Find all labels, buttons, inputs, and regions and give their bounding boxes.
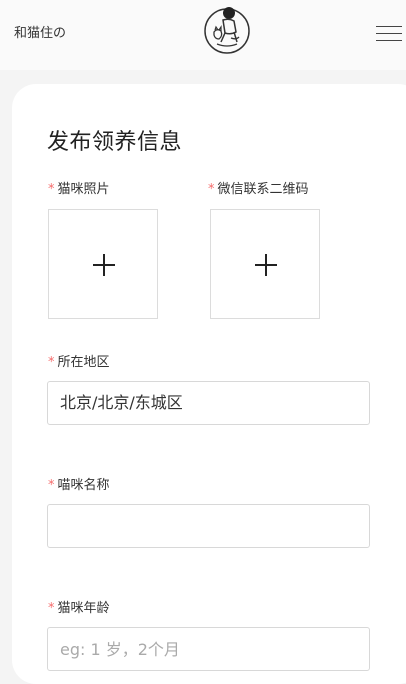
location-label: * 所在地区 — [48, 351, 110, 370]
cat-person-logo-icon[interactable] — [201, 2, 253, 56]
required-mark: * — [48, 601, 55, 616]
header-bar: 和猫住の — [0, 0, 406, 70]
wechat-qr-upload-button[interactable] — [210, 209, 320, 319]
required-mark: * — [208, 182, 215, 197]
plus-icon — [255, 254, 277, 276]
required-mark: * — [48, 355, 55, 370]
brand-name[interactable]: 和猫住の — [14, 22, 66, 41]
cat-name-label: * 喵咪名称 — [48, 474, 110, 493]
photo-label: * 猫咪照片 — [48, 178, 110, 197]
required-mark: * — [48, 182, 55, 197]
cat-age-input[interactable] — [47, 627, 370, 671]
cat-photo-upload-button[interactable] — [48, 209, 158, 319]
photo-label-text: 猫咪照片 — [57, 182, 110, 197]
cat-name-input[interactable] — [47, 504, 370, 548]
cat-age-label-text: 猫咪年龄 — [57, 601, 110, 616]
location-label-text: 所在地区 — [57, 355, 110, 370]
hamburger-menu-icon[interactable] — [376, 23, 402, 43]
cat-name-label-text: 喵咪名称 — [57, 478, 110, 493]
location-select[interactable]: 北京/北京/东城区 — [47, 381, 370, 425]
wechat-qr-label: * 微信联系二维码 — [208, 178, 309, 197]
required-mark: * — [48, 478, 55, 493]
page-title: 发布领养信息 — [47, 130, 183, 155]
wechat-qr-label-text: 微信联系二维码 — [217, 182, 309, 197]
cat-age-label: * 猫咪年龄 — [48, 597, 110, 616]
plus-icon — [93, 254, 115, 276]
